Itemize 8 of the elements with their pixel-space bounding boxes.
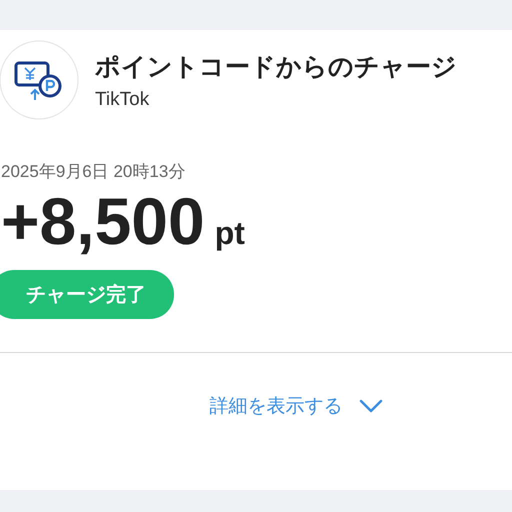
point-unit: pt [214,215,245,252]
transaction-title: ポイントコードからのチャージ [95,52,457,82]
status-badge: チャージ完了 [0,270,174,320]
chevron-down-icon [358,399,382,414]
show-details-link[interactable]: 詳細を表示する [210,393,382,420]
merchant-name: TikTok [95,88,150,110]
point-amount: +8,500 [1,187,205,256]
transaction-date: 2025年9月6日 20時13分 [1,161,186,183]
